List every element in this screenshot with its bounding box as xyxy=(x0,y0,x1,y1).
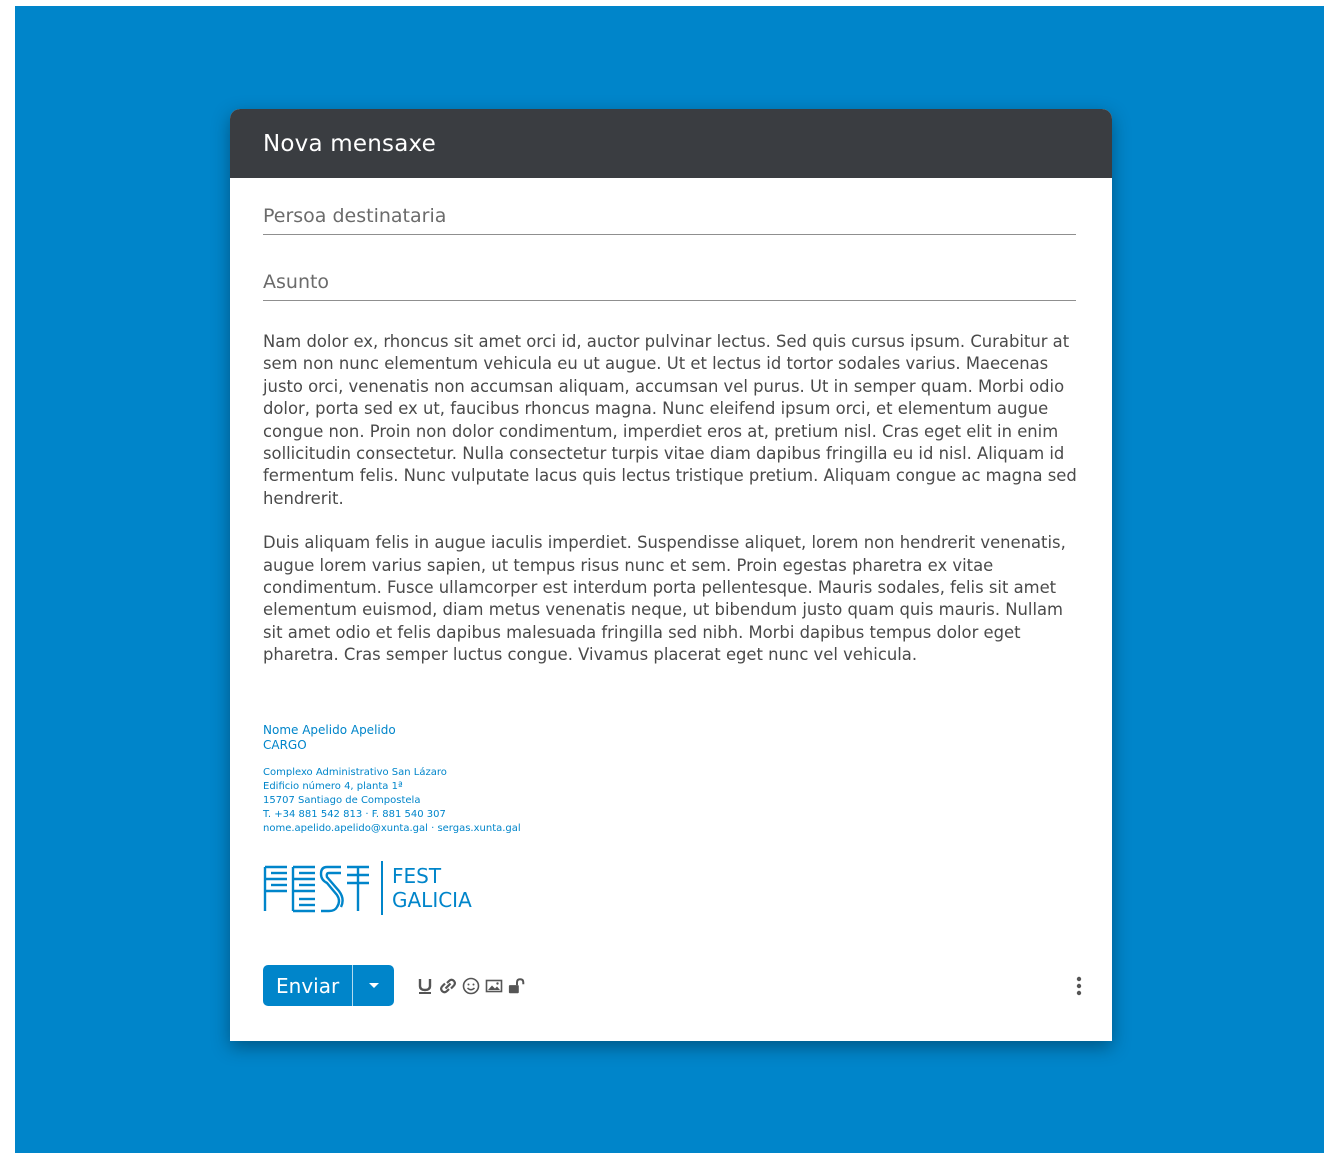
address-line: 15707 Santiago de Compostela xyxy=(263,795,421,806)
recipient-field[interactable]: Persoa destinataria xyxy=(263,205,1076,235)
underline-icon xyxy=(418,978,432,994)
encryption-toggle-button[interactable] xyxy=(508,977,526,995)
insert-image-button[interactable] xyxy=(485,977,503,995)
body-paragraph: Nam dolor ex, rhoncus sit amet orci id, … xyxy=(263,332,1077,508)
send-options-button[interactable] xyxy=(353,965,394,1006)
logo-text: FEST GALICIA xyxy=(392,864,472,912)
signature-name: Nome Apelido Apelido xyxy=(263,723,396,737)
signature: Nome Apelido Apelido CARGO Complexo Admi… xyxy=(263,723,521,836)
formatting-tools xyxy=(416,977,526,995)
signature-address: Complexo Administrativo San Lázaro Edifi… xyxy=(263,766,521,836)
insert-link-button[interactable] xyxy=(439,977,457,995)
message-body[interactable]: Nam dolor ex, rhoncus sit amet orci id, … xyxy=(263,331,1081,689)
logo-text-line-1: FEST xyxy=(392,864,442,888)
signature-position: CARGO xyxy=(263,738,307,752)
compose-window: Nova mensaxe Persoa destinataria Asunto … xyxy=(230,109,1112,1041)
address-line: Edificio número 4, planta 1ª xyxy=(263,781,403,792)
compose-title: Nova mensaxe xyxy=(263,130,436,157)
address-line: nome.apelido.apelido@xunta.gal · sergas.… xyxy=(263,823,521,834)
emoji-button[interactable] xyxy=(462,977,480,995)
logo-text-line-2: GALICIA xyxy=(392,888,472,912)
unlock-icon xyxy=(509,977,525,993)
caret-down-icon xyxy=(368,982,379,988)
logo-separator xyxy=(381,861,383,915)
send-button[interactable]: Enviar xyxy=(263,965,354,1006)
signature-name-block: Nome Apelido Apelido CARGO xyxy=(263,723,521,753)
subject-field[interactable]: Asunto xyxy=(263,271,1076,301)
address-line: Complexo Administrativo San Lázaro xyxy=(263,767,447,778)
underline-button[interactable] xyxy=(416,977,434,995)
emoji-icon xyxy=(462,977,480,994)
image-icon xyxy=(485,979,503,992)
send-button-group: Enviar xyxy=(263,965,395,1006)
address-line: T. +34 881 542 813 · F. 881 540 307 xyxy=(263,809,446,820)
body-paragraph: Duis aliquam felis in augue iaculis impe… xyxy=(263,533,1066,665)
more-vertical-icon xyxy=(1076,976,1082,996)
compose-header: Nova mensaxe xyxy=(230,109,1112,178)
more-options-button[interactable] xyxy=(1075,975,1083,997)
compose-toolbar: Enviar xyxy=(263,965,1083,1006)
link-icon xyxy=(440,978,457,993)
fest-logo-mark xyxy=(263,865,369,913)
fest-galicia-logo: FEST GALICIA xyxy=(263,861,472,915)
